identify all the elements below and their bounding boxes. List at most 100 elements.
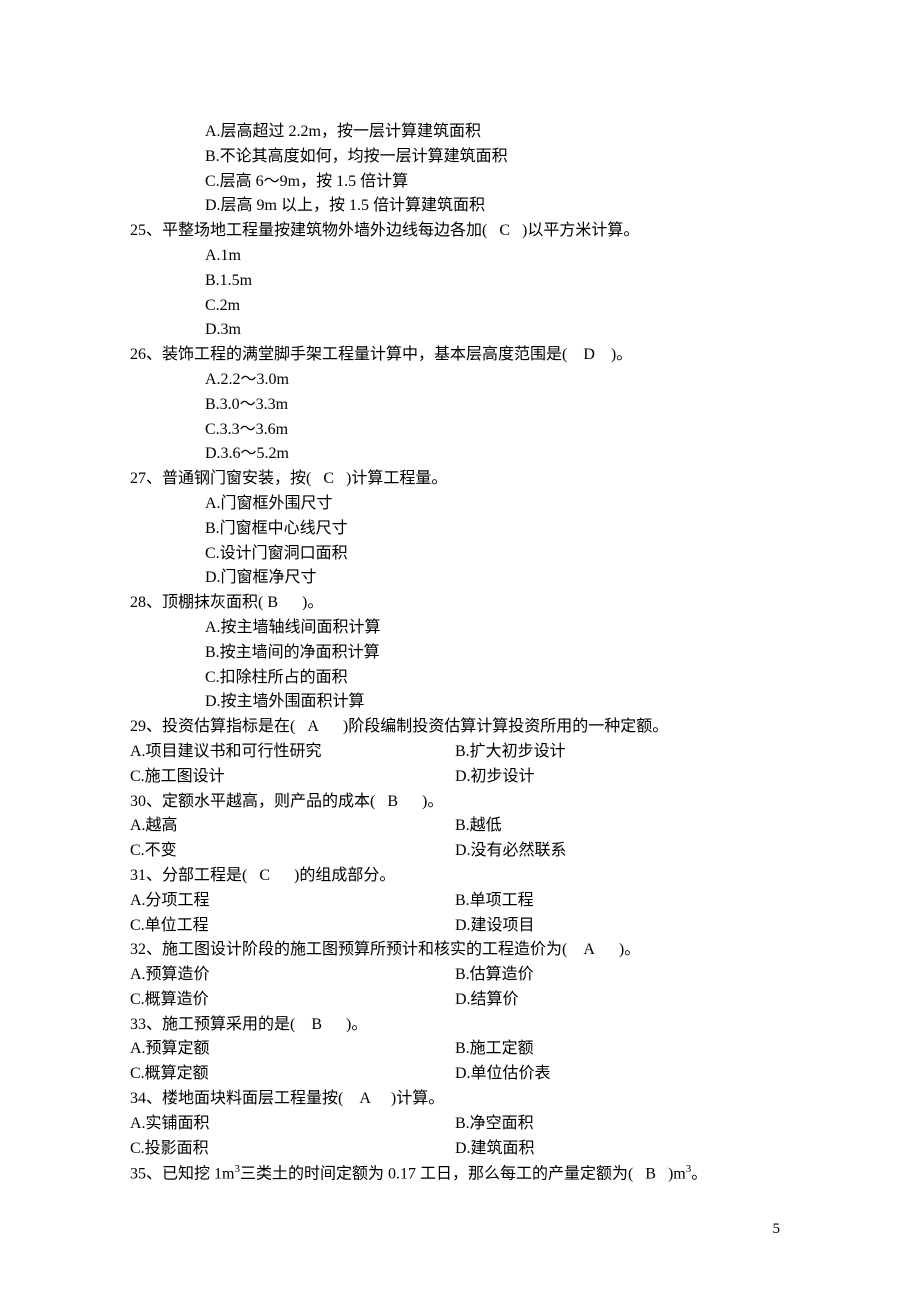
q28-optB: B.按主墙间的净面积计算 xyxy=(130,641,790,666)
q27-answer: C xyxy=(323,470,334,487)
q25-stem: 25、平整场地工程量按建筑物外墙外边线每边各加( C )以平方米计算。 xyxy=(130,219,790,244)
q32-optA: A.预算造价 xyxy=(130,963,455,988)
q28-optC: C.扣除柱所占的面积 xyxy=(130,666,790,691)
q25-optB: B.1.5m xyxy=(130,269,790,294)
q33-stem: 33、施工预算采用的是( B )。 xyxy=(130,1013,790,1038)
q28-text-a: 28、顶棚抹灰面积( xyxy=(130,594,263,611)
q29-optB: B.扩大初步设计 xyxy=(455,740,790,765)
q29-optC: C.施工图设计 xyxy=(130,765,455,790)
q35-answer: B xyxy=(645,1166,656,1183)
q32-optD: D.结算价 xyxy=(455,988,790,1013)
q25-optC: C.2m xyxy=(130,294,790,319)
q32-answer: A xyxy=(583,941,595,958)
q35-stem: 35、已知挖 1m3三类土的时间定额为 0.17 工日，那么每工的产量定额为( … xyxy=(130,1161,790,1187)
q34-row1: A.实铺面积 B.净空面积 xyxy=(130,1112,790,1137)
q26-optD: D.3.6～5.2m xyxy=(130,442,790,467)
q34-optC: C.投影面积 xyxy=(130,1137,455,1162)
q27-optD: D.门窗框净尺寸 xyxy=(130,566,790,591)
q27-optA: A.门窗框外围尺寸 xyxy=(130,492,790,517)
q33-text-b: )。 xyxy=(346,1016,367,1033)
q31-row2: C.单位工程 D.建设项目 xyxy=(130,914,790,939)
q25-text-a: 25、平整场地工程量按建筑物外墙外边线每边各加( xyxy=(130,222,487,239)
q31-optA: A.分项工程 xyxy=(130,889,455,914)
q29-row1: A.项目建议书和可行性研究 B.扩大初步设计 xyxy=(130,740,790,765)
q28-answer: B xyxy=(267,594,278,611)
q26-optA: A.2.2～3.0m xyxy=(130,368,790,393)
q24-optC: C.层高 6～9m，按 1.5 倍计算 xyxy=(130,170,790,195)
q27-text-b: )计算工程量。 xyxy=(346,470,447,487)
q32-optC: C.概算造价 xyxy=(130,988,455,1013)
q34-answer: A xyxy=(359,1090,371,1107)
q33-answer: B xyxy=(311,1016,322,1033)
q32-text-a: 32、施工图设计阶段的施工图预算所预计和核实的工程造价为( xyxy=(130,941,567,958)
q32-optB: B.估算造价 xyxy=(455,963,790,988)
q28-stem: 28、顶棚抹灰面积( B )。 xyxy=(130,591,790,616)
q31-optB: B.单项工程 xyxy=(455,889,790,914)
q33-optD: D.单位估价表 xyxy=(455,1062,790,1087)
q27-text-a: 27、普通钢门窗安装，按( xyxy=(130,470,311,487)
q28-optA: A.按主墙轴线间面积计算 xyxy=(130,616,790,641)
q27-optC: C.设计门窗洞口面积 xyxy=(130,542,790,567)
q27-optB: B.门窗框中心线尺寸 xyxy=(130,517,790,542)
q33-optB: B.施工定额 xyxy=(455,1037,790,1062)
q30-answer: B xyxy=(387,793,398,810)
q31-stem: 31、分部工程是( C )的组成部分。 xyxy=(130,864,790,889)
q30-optC: C.不变 xyxy=(130,839,455,864)
q26-stem: 26、装饰工程的满堂脚手架工程量计算中，基本层高度范围是( D )。 xyxy=(130,343,790,368)
q31-optC: C.单位工程 xyxy=(130,914,455,939)
q29-text-b: )阶段编制投资估算计算投资所用的一种定额。 xyxy=(343,718,668,735)
q34-optA: A.实铺面积 xyxy=(130,1112,455,1137)
q31-text-b: )的组成部分。 xyxy=(294,867,395,884)
q34-optB: B.净空面积 xyxy=(455,1112,790,1137)
q29-answer: A xyxy=(307,718,319,735)
q26-optB: B.3.0～3.3m xyxy=(130,393,790,418)
q32-row1: A.预算造价 B.估算造价 xyxy=(130,963,790,988)
q26-optC: C.3.3～3.6m xyxy=(130,418,790,443)
q33-text-a: 33、施工预算采用的是( xyxy=(130,1016,295,1033)
q30-row2: C.不变 D.没有必然联系 xyxy=(130,839,790,864)
q29-stem: 29、投资估算指标是在( A )阶段编制投资估算计算投资所用的一种定额。 xyxy=(130,715,790,740)
q35-text-b: )m xyxy=(668,1166,686,1183)
q30-text-b: )。 xyxy=(422,793,443,810)
q24-optA: A.层高超过 2.2m，按一层计算建筑面积 xyxy=(130,120,790,145)
q26-text-a: 26、装饰工程的满堂脚手架工程量计算中，基本层高度范围是( xyxy=(130,346,567,363)
q34-text-a: 34、楼地面块料面层工程量按( xyxy=(130,1090,343,1107)
q32-row2: C.概算造价 D.结算价 xyxy=(130,988,790,1013)
q30-optB: B.越低 xyxy=(455,814,790,839)
q33-optC: C.概算定额 xyxy=(130,1062,455,1087)
q34-stem: 34、楼地面块料面层工程量按( A )计算。 xyxy=(130,1087,790,1112)
q30-optA: A.越高 xyxy=(130,814,455,839)
q32-text-b: )。 xyxy=(619,941,640,958)
q24-optD: D.层高 9m 以上，按 1.5 倍计算建筑面积 xyxy=(130,194,790,219)
q29-optD: D.初步设计 xyxy=(455,765,790,790)
q29-optA: A.项目建议书和可行性研究 xyxy=(130,740,455,765)
q25-optA: A.1m xyxy=(130,244,790,269)
q33-row1: A.预算定额 B.施工定额 xyxy=(130,1037,790,1062)
q30-text-a: 30、定额水平越高，则产品的成本( xyxy=(130,793,375,810)
q29-row2: C.施工图设计 D.初步设计 xyxy=(130,765,790,790)
q25-text-b: )以平方米计算。 xyxy=(522,222,639,239)
q24-optB: B.不论其高度如何，均按一层计算建筑面积 xyxy=(130,145,790,170)
page-number: 5 xyxy=(130,1218,790,1241)
q34-row2: C.投影面积 D.建筑面积 xyxy=(130,1137,790,1162)
q30-optD: D.没有必然联系 xyxy=(455,839,790,864)
q30-row1: A.越高 B.越低 xyxy=(130,814,790,839)
q31-text-a: 31、分部工程是( xyxy=(130,867,247,884)
q31-optD: D.建设项目 xyxy=(455,914,790,939)
q35-text-a2: 三类土的时间定额为 0.17 工日，那么每工的产量定额为( xyxy=(240,1166,633,1183)
q30-stem: 30、定额水平越高，则产品的成本( B )。 xyxy=(130,790,790,815)
q33-row2: C.概算定额 D.单位估价表 xyxy=(130,1062,790,1087)
q34-text-b: )计算。 xyxy=(391,1090,444,1107)
q33-optA: A.预算定额 xyxy=(130,1037,455,1062)
q28-optD: D.按主墙外围面积计算 xyxy=(130,690,790,715)
q26-text-b: )。 xyxy=(611,346,632,363)
q31-answer: C xyxy=(259,867,270,884)
q34-optD: D.建筑面积 xyxy=(455,1137,790,1162)
q28-text-b: )。 xyxy=(302,594,323,611)
q27-stem: 27、普通钢门窗安装，按( C )计算工程量。 xyxy=(130,467,790,492)
q35-text-a: 35、已知挖 1m xyxy=(130,1166,234,1183)
q31-row1: A.分项工程 B.单项工程 xyxy=(130,889,790,914)
q25-optD: D.3m xyxy=(130,318,790,343)
q32-stem: 32、施工图设计阶段的施工图预算所预计和核实的工程造价为( A )。 xyxy=(130,938,790,963)
q35-text-b2: 。 xyxy=(691,1166,707,1183)
